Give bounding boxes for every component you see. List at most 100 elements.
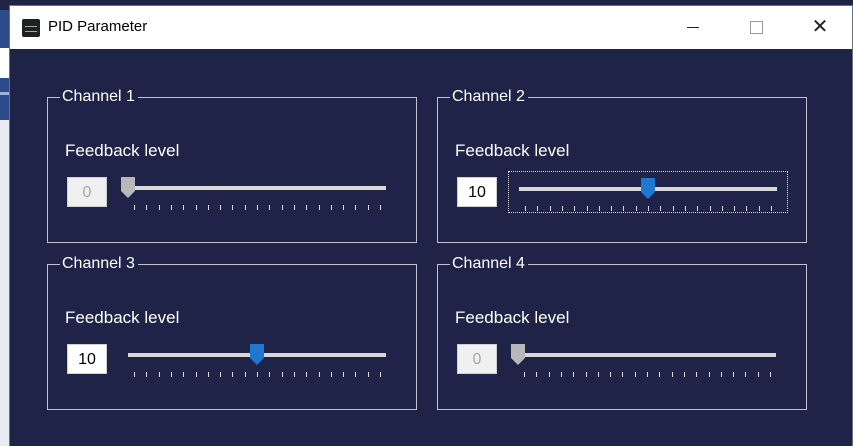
- slider-thumb[interactable]: [250, 344, 264, 365]
- feedback-slider[interactable]: [508, 338, 788, 380]
- slider-tick: [587, 206, 588, 211]
- slider-tick: [146, 372, 147, 377]
- slider-ticks: [525, 206, 772, 211]
- feedback-level-label: Feedback level: [455, 308, 570, 327]
- slider-tick: [610, 372, 611, 377]
- slider-tick: [659, 372, 660, 377]
- group-title: Channel 4: [450, 255, 528, 273]
- slider-tick: [561, 372, 562, 377]
- slider-tick: [319, 205, 320, 210]
- slider-tick: [294, 372, 295, 377]
- slider-tick: [146, 205, 147, 210]
- slider-tick: [269, 205, 270, 210]
- slider-tick: [294, 205, 295, 210]
- slider-tick: [722, 206, 723, 211]
- slider-tick: [622, 372, 623, 377]
- channel-group-3: Channel 3 Feedback level 10: [47, 255, 417, 410]
- slider-tick: [672, 372, 673, 377]
- slider-tick: [306, 372, 307, 377]
- slider-tick: [598, 372, 599, 377]
- feedback-slider[interactable]: [118, 171, 398, 213]
- slider-thumb[interactable]: [641, 178, 655, 199]
- slider-tick: [232, 205, 233, 210]
- slider-tick: [599, 206, 600, 211]
- slider-tick: [368, 205, 369, 210]
- feedback-level-label: Feedback level: [65, 141, 180, 160]
- slider-thumb[interactable]: [121, 177, 135, 198]
- slider-tick: [319, 372, 320, 377]
- close-button[interactable]: ✕: [797, 6, 843, 49]
- slider-tick: [171, 205, 172, 210]
- slider-tick: [721, 372, 722, 377]
- slider-tick: [635, 372, 636, 377]
- slider-tick: [183, 205, 184, 210]
- slider-tick: [611, 206, 612, 211]
- slider-tick: [306, 205, 307, 210]
- slider-tick: [245, 205, 246, 210]
- slider-tick: [368, 372, 369, 377]
- slider-tick: [549, 372, 550, 377]
- feedback-level-label: Feedback level: [65, 308, 180, 327]
- slider-tick: [134, 372, 135, 377]
- channel-group-2: Channel 2 Feedback level 10: [437, 88, 807, 243]
- feedback-value-field[interactable]: 0: [67, 177, 107, 207]
- slider-ticks: [524, 372, 771, 377]
- slider-tick: [183, 372, 184, 377]
- feedback-value-field[interactable]: 10: [67, 344, 107, 374]
- slider-track: [128, 186, 386, 190]
- pid-parameter-window: PID Parameter ✕ Channel 1 Feedback level…: [10, 6, 852, 446]
- slider-tick: [355, 372, 356, 377]
- slider-tick: [355, 205, 356, 210]
- slider-tick: [343, 205, 344, 210]
- slider-tick: [536, 372, 537, 377]
- slider-tick: [196, 372, 197, 377]
- slider-tick: [282, 205, 283, 210]
- slider-tick: [562, 206, 563, 211]
- slider-tick: [623, 206, 624, 211]
- feedback-level-label: Feedback level: [455, 141, 570, 160]
- slider-tick: [171, 372, 172, 377]
- slider-tick: [257, 205, 258, 210]
- slider-tick: [660, 206, 661, 211]
- title-bar[interactable]: PID Parameter ✕: [10, 6, 852, 49]
- slider-ticks: [134, 205, 381, 210]
- minimize-icon: [687, 27, 699, 29]
- slider-tick: [696, 372, 697, 377]
- slider-tick: [257, 372, 258, 377]
- group-title: Channel 1: [60, 88, 138, 106]
- slider-tick: [734, 206, 735, 211]
- slider-tick: [159, 205, 160, 210]
- minimize-button[interactable]: [670, 6, 716, 49]
- slider-tick: [525, 206, 526, 211]
- slider-tick: [269, 372, 270, 377]
- maximize-button[interactable]: [733, 6, 779, 49]
- feedback-slider[interactable]: [118, 338, 398, 380]
- feedback-slider[interactable]: [508, 171, 788, 213]
- slider-tick: [733, 372, 734, 377]
- slider-tick: [684, 372, 685, 377]
- channel-group-4: Channel 4 Feedback level 0: [437, 255, 807, 410]
- slider-tick: [710, 206, 711, 211]
- channel-group-1: Channel 1 Feedback level 0: [47, 88, 417, 243]
- slider-tick: [745, 372, 746, 377]
- slider-tick: [331, 205, 332, 210]
- slider-tick: [220, 372, 221, 377]
- slider-tick: [586, 372, 587, 377]
- slider-ticks: [134, 372, 381, 377]
- feedback-value-field[interactable]: 10: [457, 177, 497, 207]
- group-title: Channel 3: [60, 255, 138, 273]
- slider-tick: [647, 372, 648, 377]
- slider-tick: [673, 206, 674, 211]
- slider-tick: [524, 372, 525, 377]
- slider-tick: [232, 372, 233, 377]
- slider-tick: [537, 206, 538, 211]
- slider-tick: [134, 205, 135, 210]
- slider-thumb[interactable]: [511, 344, 525, 365]
- slider-tick: [648, 206, 649, 211]
- slider-tick: [245, 372, 246, 377]
- maximize-icon: [749, 21, 763, 35]
- slider-tick: [220, 205, 221, 210]
- feedback-value-field[interactable]: 0: [457, 344, 497, 374]
- slider-tick: [380, 372, 381, 377]
- slider-track: [518, 353, 776, 357]
